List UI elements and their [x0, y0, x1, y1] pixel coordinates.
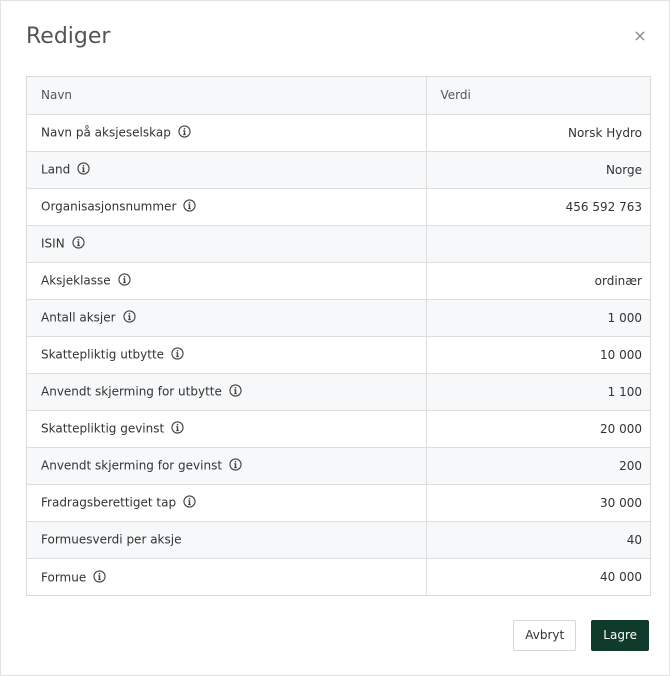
table-row: Antall aksjer 1 000: [27, 299, 650, 337]
info-icon[interactable]: [122, 310, 136, 323]
row-label-cell: Aksjeklasse: [27, 262, 426, 300]
info-icon[interactable]: [171, 421, 184, 434]
row-label: ISIN: [41, 236, 65, 251]
row-value[interactable]: 20 000: [425, 410, 650, 448]
row-value[interactable]: 10 000: [425, 336, 650, 374]
info-icon[interactable]: [183, 199, 197, 212]
table-row: Navn på aksjeselskap Norsk Hydro: [27, 114, 650, 152]
row-label-cell: Formue: [27, 558, 426, 595]
row-label: Land: [41, 162, 71, 177]
table-row: Organisasjonsnummer 456 592 763: [27, 188, 650, 226]
row-value[interactable]: 1 100: [425, 373, 650, 411]
row-label: Navn på aksjeselskap: [41, 125, 171, 140]
row-value[interactable]: 40 000: [425, 558, 650, 595]
dialog-header: Rediger ×: [1, 1, 669, 75]
table-row: Land Norge: [27, 151, 650, 189]
info-icon[interactable]: [93, 569, 106, 583]
close-button[interactable]: ×: [633, 28, 647, 44]
row-label-cell: Anvendt skjerming for utbytte: [27, 373, 426, 411]
dialog-footer: Avbryt Lagre: [513, 620, 649, 651]
column-header-value: Verdi: [425, 77, 650, 115]
save-button[interactable]: Lagre: [591, 620, 649, 651]
row-label: Organisasjonsnummer: [41, 199, 177, 214]
info-icon[interactable]: [183, 495, 196, 508]
row-label: Formue: [41, 570, 87, 584]
table-row: Formue 40 000: [27, 558, 650, 595]
row-value[interactable]: 1 000: [425, 299, 650, 337]
info-icon[interactable]: [178, 125, 191, 138]
info-icon[interactable]: [229, 458, 242, 471]
properties-table: Navn Verdi Navn på aksjeselskap Norsk Hyd…: [26, 76, 651, 596]
info-icon[interactable]: [171, 347, 184, 360]
edit-dialog: Rediger × Navn Verdi Navn på aksjeselska…: [0, 0, 670, 676]
table-row: Anvendt skjerming for gevinst 200: [27, 447, 650, 485]
table-row: Formuesverdi per aksje 40: [27, 521, 650, 559]
row-value[interactable]: ordinær: [425, 262, 650, 300]
table-row: ISIN: [27, 225, 650, 263]
column-header-name: Navn: [27, 77, 426, 115]
row-label-cell: Land: [27, 151, 426, 189]
row-label: Skattepliktig utbytte: [41, 347, 165, 362]
table-row: Skattepliktig gevinst 20 000: [27, 410, 650, 448]
row-label: Fradragsberettiget tap: [41, 495, 177, 510]
row-value[interactable]: Norsk Hydro: [425, 114, 650, 152]
row-label-cell: Skattepliktig gevinst: [27, 410, 426, 448]
dialog-title: Rediger: [26, 24, 111, 49]
info-icon[interactable]: [118, 273, 131, 286]
row-value[interactable]: Norge: [425, 151, 650, 189]
row-label: Anvendt skjerming for gevinst: [41, 458, 223, 473]
row-label-cell: ISIN: [27, 225, 426, 263]
table-row: Fradragsberettiget tap 30 000: [27, 484, 650, 522]
row-value[interactable]: 40: [425, 521, 650, 559]
info-icon[interactable]: [229, 384, 242, 397]
row-label: Anvendt skjerming for utbytte: [41, 384, 222, 399]
info-icon[interactable]: [72, 236, 85, 249]
row-label: Formuesverdi per aksje: [41, 532, 182, 547]
table-row: Anvendt skjerming for utbytte 1 100: [27, 373, 650, 411]
row-label: Skattepliktig gevinst: [41, 421, 165, 436]
row-label-cell: Anvendt skjerming for gevinst: [27, 447, 426, 485]
row-label-cell: Organisasjonsnummer: [27, 188, 426, 226]
table-header-row: Navn Verdi: [27, 77, 650, 115]
table-row: Aksjeklasse ordinær: [27, 262, 650, 300]
row-label-cell: Navn på aksjeselskap: [27, 114, 426, 152]
row-label-cell: Formuesverdi per aksje: [27, 521, 426, 559]
row-value[interactable]: 200: [425, 447, 650, 485]
row-label-cell: Fradragsberettiget tap: [27, 484, 426, 522]
row-label-cell: Antall aksjer: [27, 299, 426, 337]
info-icon[interactable]: [77, 162, 90, 175]
row-value[interactable]: 30 000: [425, 484, 650, 522]
cancel-button[interactable]: Avbryt: [513, 620, 577, 651]
row-label-cell: Skattepliktig utbytte: [27, 336, 426, 374]
row-value[interactable]: [425, 225, 650, 263]
row-label: Antall aksjer: [41, 310, 116, 325]
table-row: Skattepliktig utbytte 10 000: [27, 336, 650, 374]
row-value[interactable]: 456 592 763: [425, 188, 650, 226]
row-label: Aksjeklasse: [41, 273, 111, 288]
